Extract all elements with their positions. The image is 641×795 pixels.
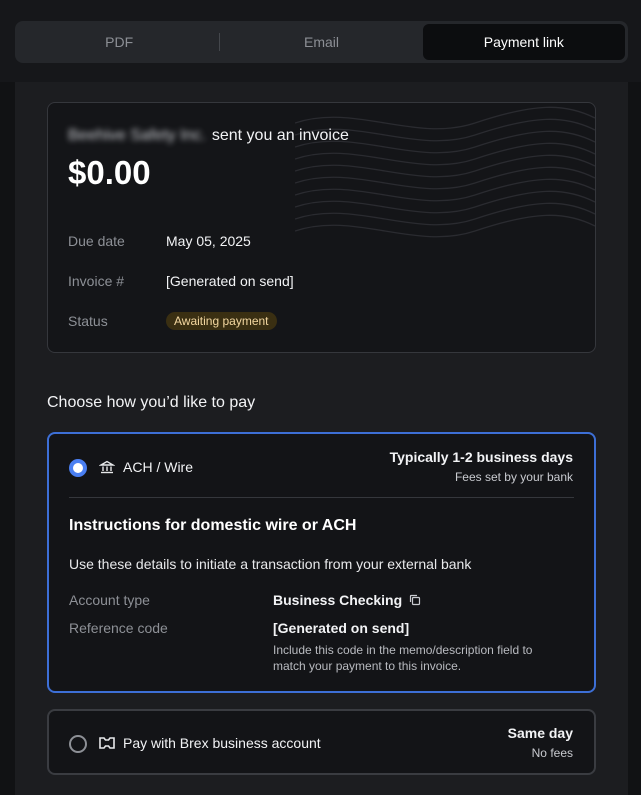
reference-code-value: [Generated on send]: [273, 620, 410, 636]
ach-option-label: ACH / Wire: [123, 459, 193, 475]
sender-line: Beehive Safety Inc. sent you an invoice: [68, 127, 349, 145]
bank-icon: [99, 460, 115, 474]
sender-suffix: sent you an invoice: [211, 127, 349, 144]
reference-code-label: Reference code: [69, 620, 168, 636]
ach-fees: Fees set by your bank: [454, 470, 573, 484]
status-label: Status: [68, 313, 108, 329]
invoice-number-row: Invoice # [Generated on send]: [68, 273, 294, 289]
due-date-label: Due date: [68, 233, 125, 249]
brex-logo-icon: [99, 737, 115, 749]
copy-icon[interactable]: [409, 594, 421, 606]
payment-link-preview: Beehive Safety Inc. sent you an invoice …: [15, 82, 628, 795]
ach-timing-block: Typically 1-2 business days Fees set by …: [390, 449, 573, 484]
top-bar: PDF Email Payment link: [0, 0, 641, 82]
tab-pdf[interactable]: PDF: [18, 24, 221, 60]
account-type-label: Account type: [69, 592, 150, 608]
invoice-summary-card: Beehive Safety Inc. sent you an invoice …: [47, 102, 596, 353]
brex-option-label: Pay with Brex business account: [123, 735, 321, 751]
status-row: Status Awaiting payment: [68, 312, 277, 330]
sender-name: Beehive Safety Inc.: [68, 127, 206, 144]
brex-radio-unselected[interactable]: [69, 735, 87, 753]
brex-timing: Same day: [507, 725, 573, 741]
ach-option-label-row: ACH / Wire: [99, 459, 193, 475]
tab-payment-link[interactable]: Payment link: [422, 24, 625, 60]
ach-timing: Typically 1-2 business days: [389, 449, 573, 465]
invoice-number-value: [Generated on send]: [166, 273, 294, 289]
status-badge: Awaiting payment: [166, 312, 277, 330]
brex-fees: No fees: [531, 746, 573, 760]
instructions-description: Use these details to initiate a transact…: [69, 556, 472, 572]
decorative-waves: [295, 106, 595, 238]
brex-timing-block: Same day No fees: [508, 725, 573, 760]
brex-account-option[interactable]: Pay with Brex business account Same day …: [47, 709, 596, 775]
pay-section-title: Choose how you’d like to pay: [47, 394, 256, 411]
brex-option-label-row: Pay with Brex business account: [99, 735, 321, 751]
instructions-title: Instructions for domestic wire or ACH: [69, 517, 357, 534]
invoice-number-label: Invoice #: [68, 273, 125, 289]
ach-divider: [69, 497, 574, 498]
reference-code-note: Include this code in the memo/descriptio…: [273, 643, 533, 673]
account-type-value: Business Checking: [273, 592, 403, 608]
reference-code-row: Reference code [Generated on send]: [69, 620, 409, 636]
ach-wire-option[interactable]: ACH / Wire Typically 1-2 business days F…: [47, 432, 596, 693]
tab-email[interactable]: Email: [220, 24, 422, 60]
due-date-row: Due date May 05, 2025: [68, 233, 251, 249]
view-tabs: PDF Email Payment link: [15, 21, 628, 63]
due-date-value: May 05, 2025: [166, 233, 251, 249]
invoice-amount: $0.00: [68, 154, 151, 191]
ach-radio-selected[interactable]: [69, 459, 87, 477]
account-type-row: Account type Business Checking: [69, 592, 421, 608]
